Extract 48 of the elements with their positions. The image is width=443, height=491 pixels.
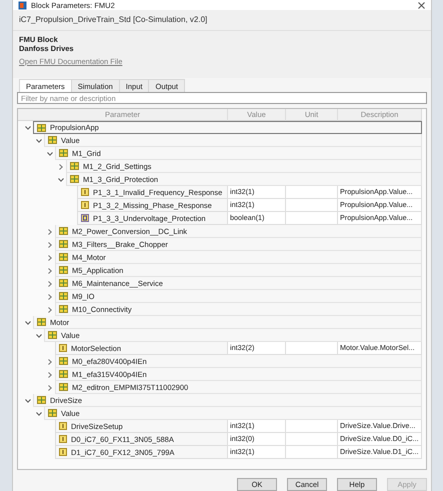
chevron-right-icon[interactable] xyxy=(48,306,52,312)
chevron-down-icon[interactable] xyxy=(24,398,30,402)
folder-grid-icon xyxy=(59,240,68,248)
folder-grid-icon xyxy=(59,149,68,157)
parameter-icon xyxy=(81,188,89,196)
folder-grid-icon xyxy=(48,409,57,417)
parameter-icon xyxy=(59,422,67,430)
block-icon xyxy=(18,0,27,10)
chevron-down-icon[interactable] xyxy=(24,126,30,130)
folder-grid-icon xyxy=(59,227,68,235)
folder-grid-icon xyxy=(59,266,68,274)
chevron-down-icon[interactable] xyxy=(24,320,30,324)
chevron-down-icon[interactable] xyxy=(58,178,64,182)
chevron-right-icon[interactable] xyxy=(48,280,52,286)
parameter-icon xyxy=(59,344,67,352)
model-name: iC7_Propulsion_DriveTrain_Std [Co-Simulation, v2.0] xyxy=(13,13,431,31)
chevron-right-icon[interactable] xyxy=(48,228,52,234)
chevron-right-icon[interactable] xyxy=(48,358,52,364)
folder-grid-icon xyxy=(59,383,68,391)
chevron-right-icon[interactable] xyxy=(48,384,52,390)
folder-grid-icon xyxy=(59,305,68,313)
parameter-icon xyxy=(81,201,89,209)
folder-grid-icon xyxy=(59,292,68,300)
folder-grid-icon xyxy=(59,279,68,287)
parameter-icon xyxy=(59,448,67,456)
folder-grid-icon xyxy=(37,318,46,326)
folder-grid-icon xyxy=(48,136,57,144)
parameter-icon xyxy=(59,435,67,443)
close-icon[interactable] xyxy=(418,2,425,8)
chevron-right-icon[interactable] xyxy=(48,254,52,260)
folder-grid-icon xyxy=(37,396,46,404)
chevron-right-icon[interactable] xyxy=(48,372,52,378)
folder-grid-icon xyxy=(59,370,68,378)
folder-grid-icon xyxy=(59,357,68,365)
boolean-icon xyxy=(81,214,89,222)
chevron-down-icon[interactable] xyxy=(36,138,42,142)
chevron-down-icon[interactable] xyxy=(36,412,42,416)
chevron-right-icon[interactable] xyxy=(48,242,52,248)
folder-grid-icon xyxy=(37,124,46,132)
folder-grid-icon xyxy=(48,331,57,339)
chevron-right-icon[interactable] xyxy=(48,294,52,300)
folder-grid-icon xyxy=(70,162,79,170)
chevron-down-icon[interactable] xyxy=(36,334,42,338)
folder-grid-icon xyxy=(70,175,79,183)
chevron-right-icon[interactable] xyxy=(48,268,52,274)
folder-grid-icon xyxy=(59,253,68,261)
chevron-right-icon[interactable] xyxy=(58,164,62,170)
chevron-down-icon[interactable] xyxy=(46,152,52,156)
